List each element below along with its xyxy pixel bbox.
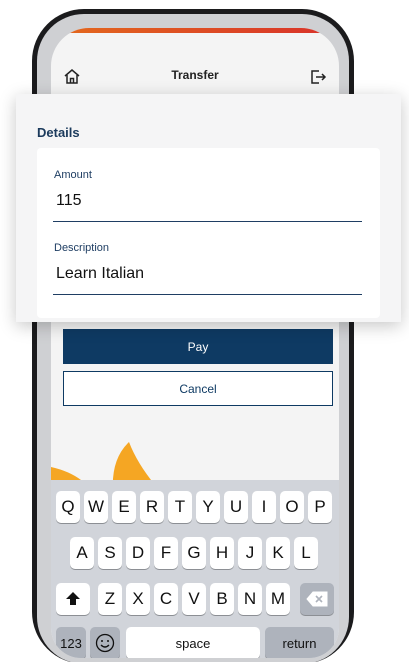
backspace-icon <box>306 591 328 607</box>
key-v[interactable]: V <box>182 583 206 615</box>
key-s[interactable]: S <box>98 537 122 569</box>
key-r[interactable]: R <box>140 491 164 523</box>
key-l[interactable]: L <box>294 537 318 569</box>
shift-key[interactable] <box>56 583 90 615</box>
description-field[interactable]: Learn Italian <box>56 265 144 283</box>
logout-icon[interactable] <box>308 67 328 87</box>
cancel-button[interactable]: Cancel <box>63 371 333 406</box>
keyboard-row-1: Q W E R T Y U I O P <box>51 491 339 523</box>
emoji-icon <box>95 633 115 653</box>
app-header: Transfer <box>51 64 339 90</box>
details-form: Amount 115 Description Learn Italian <box>37 148 380 318</box>
key-m[interactable]: M <box>266 583 290 615</box>
key-e[interactable]: E <box>112 491 136 523</box>
return-key[interactable]: return <box>265 627 334 658</box>
numbers-key[interactable]: 123 <box>56 627 86 658</box>
key-b[interactable]: B <box>210 583 234 615</box>
amount-underline <box>53 221 362 222</box>
description-label: Description <box>54 242 110 254</box>
key-o[interactable]: O <box>280 491 304 523</box>
key-g[interactable]: G <box>182 537 206 569</box>
keyboard-row-2: A S D F G H J K L <box>51 537 339 569</box>
key-w[interactable]: W <box>84 491 108 523</box>
amount-label: Amount <box>54 169 92 181</box>
page-title: Transfer <box>171 68 219 82</box>
amount-field[interactable]: 115 <box>56 192 82 210</box>
shift-icon <box>66 592 80 605</box>
space-key[interactable]: space <box>126 627 260 658</box>
key-c[interactable]: C <box>154 583 178 615</box>
key-z[interactable]: Z <box>98 583 122 615</box>
keyboard-row-3: Z X C V B N M <box>51 583 339 615</box>
key-q[interactable]: Q <box>56 491 80 523</box>
top-accent-bar <box>51 28 339 33</box>
key-x[interactable]: X <box>126 583 150 615</box>
key-f[interactable]: F <box>154 537 178 569</box>
key-k[interactable]: K <box>266 537 290 569</box>
pay-button[interactable]: Pay <box>63 329 333 364</box>
key-j[interactable]: J <box>238 537 262 569</box>
key-n[interactable]: N <box>238 583 262 615</box>
description-underline <box>53 294 362 295</box>
emoji-key[interactable] <box>90 627 120 658</box>
details-heading: Details <box>37 125 80 140</box>
on-screen-keyboard: Q W E R T Y U I O P A S D F G H J K L Z … <box>51 480 339 658</box>
key-t[interactable]: T <box>168 491 192 523</box>
key-a[interactable]: A <box>70 537 94 569</box>
keyboard-row-4: 123 space return <box>51 627 339 658</box>
key-d[interactable]: D <box>126 537 150 569</box>
key-h[interactable]: H <box>210 537 234 569</box>
key-u[interactable]: U <box>224 491 248 523</box>
key-p[interactable]: P <box>308 491 332 523</box>
key-i[interactable]: I <box>252 491 276 523</box>
details-card: Details Amount 115 Description Learn Ita… <box>16 94 401 322</box>
backspace-key[interactable] <box>300 583 334 615</box>
key-y[interactable]: Y <box>196 491 220 523</box>
